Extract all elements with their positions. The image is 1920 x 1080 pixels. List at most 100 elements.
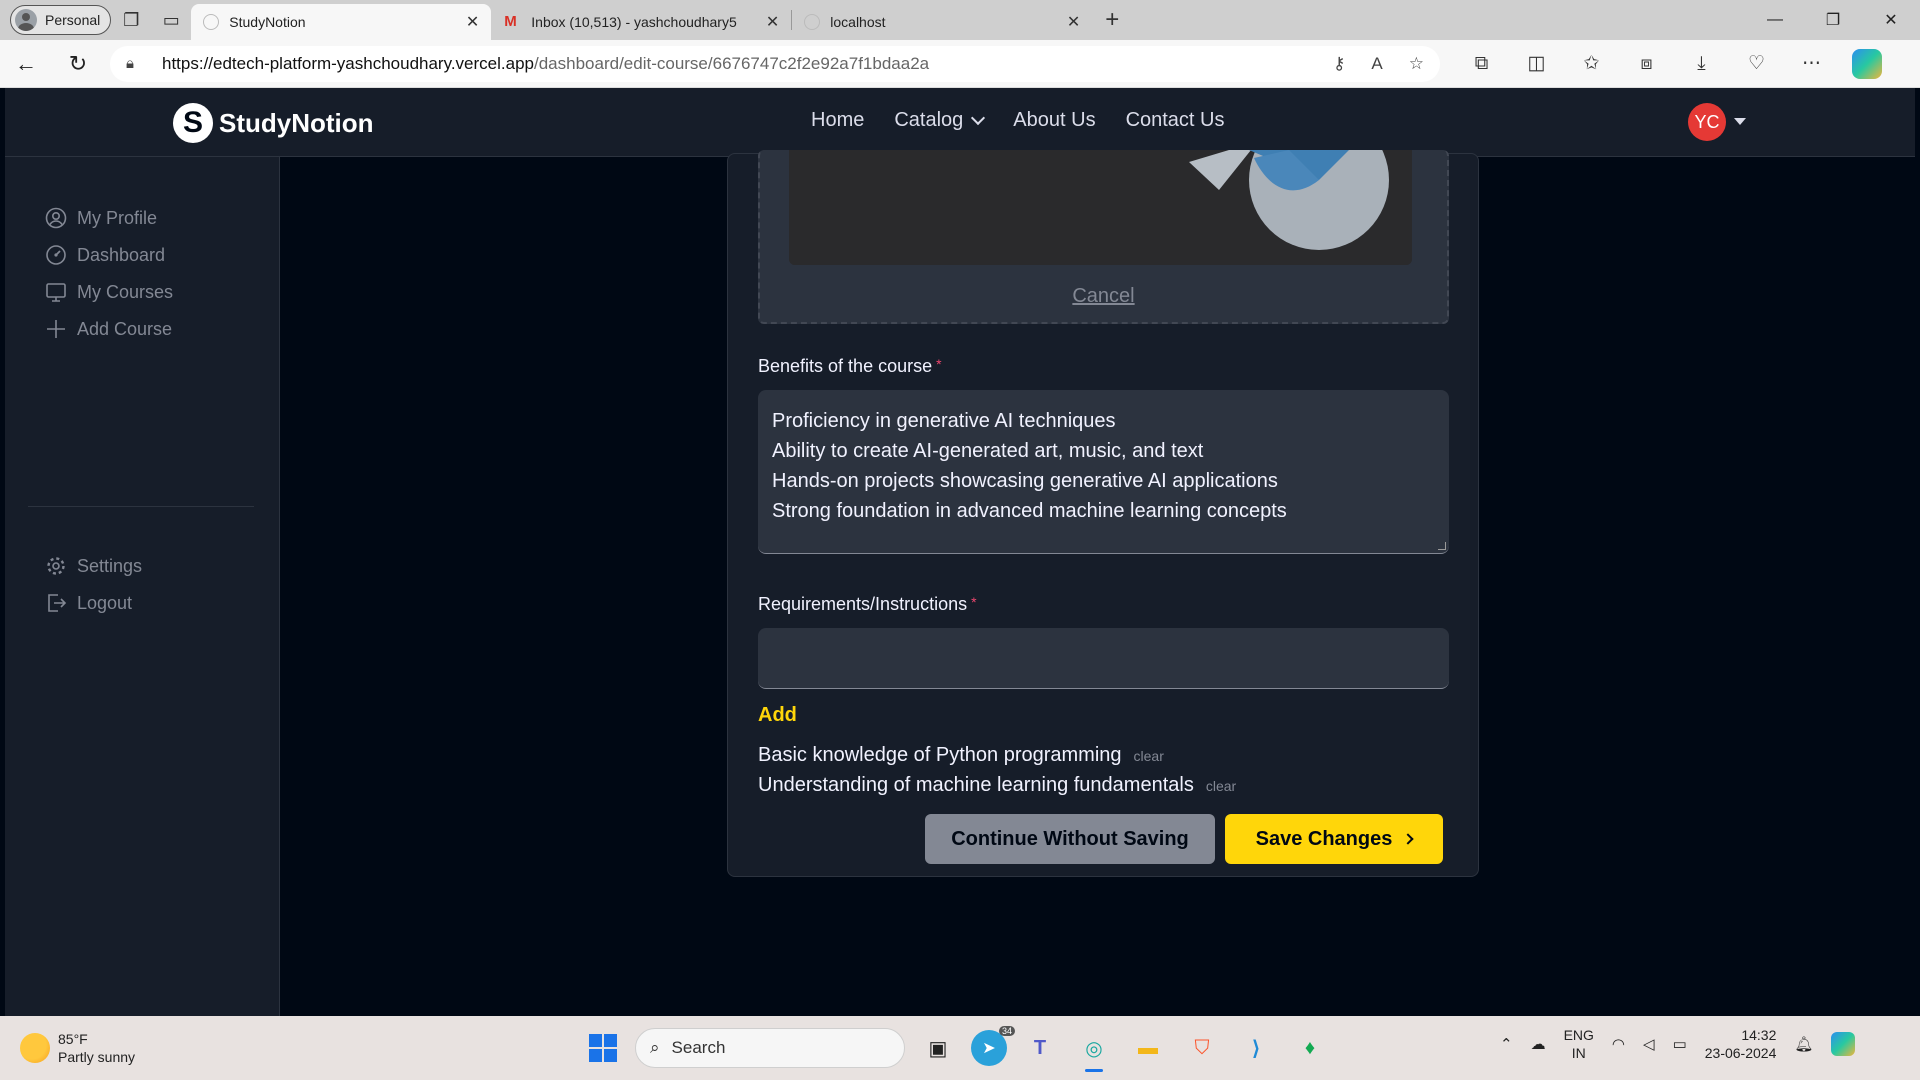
brave-browser-icon[interactable]: ⛉ [1181,1028,1223,1068]
copilot-button[interactable] [1839,40,1894,88]
benefits-textarea[interactable]: Proficiency in generative AI techniques … [758,390,1449,554]
page-favicon-icon [804,14,821,30]
task-view-icon[interactable]: ▣ [917,1028,959,1068]
app-root: S StudyNotion Home Catalog About Us Cont… [5,88,1915,1016]
show-hidden-icons-icon[interactable]: ⌃ [1500,1035,1513,1053]
thumbnail-upload-area[interactable]: Cancel [758,150,1449,324]
sidebar-item-label: Dashboard [77,244,166,265]
add-requirement-button[interactable]: Add [758,704,797,727]
chevron-right-icon [1402,833,1415,845]
battery-icon[interactable]: ▭ [1673,1035,1687,1053]
restore-icon[interactable]: ❐ [1804,0,1862,40]
sidebar-item-label: Logout [77,592,133,613]
teams-icon[interactable]: T [1019,1028,1061,1068]
tab-title: localhost [830,14,886,30]
weather-temp: 85°F [58,1031,88,1047]
gauge-icon [45,244,67,266]
telegram-icon[interactable]: ➤ 34 [971,1026,1015,1066]
new-tab-plus-icon[interactable]: + [1092,0,1132,40]
browser-profile-button[interactable]: Personal [10,5,112,35]
volume-icon[interactable]: ◁ [1643,1035,1655,1053]
benefits-label: Benefits of the course * [758,356,942,377]
url-input[interactable]: 🔒︎ https://edtech-platform-yashchoudhary… [110,45,1440,82]
browser-essentials-icon[interactable]: ♡ [1729,40,1784,88]
close-icon[interactable]: ✕ [766,12,779,32]
system-tray: ⌃ ☁ ENG IN ◠ ◁ ▭ 14:32 23-06-2024 🔔︎ [1500,1026,1856,1062]
studynotion-favicon-icon [203,14,220,30]
continue-without-saving-button[interactable]: Continue Without Saving [925,814,1215,864]
benefits-line: Ability to create AI-generated art, musi… [772,440,1204,462]
close-icon[interactable]: ✕ [466,12,479,32]
favorite-star-icon[interactable]: ☆ [1409,54,1424,74]
back-arrow-icon[interactable]: ← [0,40,52,88]
save-changes-label: Save Changes [1255,827,1393,850]
browser-toolbar: ⧉ ◫ ✩ ⧈ ⤓ ♡ ⋯ [1454,40,1894,88]
requirements-input[interactable] [758,628,1449,689]
address-bar-row: ← ↻ 🔒︎ https://edtech-platform-yashchoud… [0,40,1920,88]
telegram-badge: 34 [998,1026,1015,1036]
main-content: Cancel Benefits of the course * Proficien… [281,150,1915,1016]
lock-icon: 🔒︎ [126,55,134,72]
partly-sunny-icon [20,1033,50,1063]
logo[interactable]: S StudyNotion [173,103,374,143]
sidebar-item-label: Add Course [77,318,173,339]
requirements-label: Requirements/Instructions * [758,594,977,615]
thumbnail-cancel-link[interactable]: Cancel [760,285,1447,308]
nav-link-contact[interactable]: Contact Us [1126,109,1225,132]
wifi-icon[interactable]: ◠ [1612,1035,1625,1053]
sidebar-item-my-profile[interactable]: My Profile [45,207,157,229]
edge-browser-icon[interactable]: ◎ [1073,1028,1115,1072]
copilot-taskbar-icon[interactable] [1831,1032,1856,1056]
taskbar-search[interactable]: ⌕ Search [635,1028,905,1068]
resize-grip-icon[interactable] [1438,542,1446,550]
taskbar-apps: ⌕ Search ▣ ➤ 34 T ◎ ▬ ⛉ ⟩ ♦ [583,1026,1331,1072]
read-aloud-icon[interactable]: A [1371,54,1382,74]
nav-link-catalog[interactable]: Catalog [894,109,986,132]
extensions-icon[interactable]: ⧉ [1454,40,1509,88]
windows-start-icon[interactable] [583,1028,623,1068]
gmail-icon [503,13,521,30]
notifications-bell-icon[interactable]: 🔔︎ [1794,1035,1813,1053]
language-indicator[interactable]: ENG IN [1564,1026,1594,1062]
clock-time: 14:32 [1741,1027,1777,1043]
minimize-icon[interactable]: — [1746,0,1804,40]
close-window-icon[interactable]: ✕ [1862,0,1920,40]
clear-requirement-button[interactable]: clear [1134,748,1164,764]
collections-icon[interactable]: ⧈ [1619,40,1674,88]
edit-course-form: Cancel Benefits of the course * Proficien… [727,150,1479,877]
tab-actions-icon[interactable]: ▭ [151,0,191,40]
weather-widget[interactable]: 85°F Partly sunny [20,1030,135,1066]
caret-down-icon[interactable] [1734,118,1746,125]
close-icon[interactable]: ✕ [1067,12,1080,32]
mongodb-compass-icon[interactable]: ♦ [1289,1028,1331,1068]
downloads-icon[interactable]: ⤓ [1674,40,1729,88]
tab-studynotion[interactable]: StudyNotion ✕ [191,4,492,40]
sidebar-item-settings[interactable]: Settings [45,555,142,577]
onedrive-icon[interactable]: ☁ [1531,1035,1546,1053]
sidebar-item-dashboard[interactable]: Dashboard [45,244,165,266]
chevron-down-icon [971,110,986,125]
sidebar-item-add-course[interactable]: Add Course [45,318,172,340]
tab-gmail[interactable]: Inbox (10,513) - yashchoudhary5 ✕ [491,4,791,40]
refresh-icon[interactable]: ↻ [52,40,104,88]
vscode-icon[interactable]: ⟩ [1235,1028,1277,1068]
more-options-icon[interactable]: ⋯ [1784,40,1839,88]
split-screen-icon[interactable]: ◫ [1509,40,1564,88]
clear-requirement-button[interactable]: clear [1206,778,1236,794]
sidebar-item-my-courses[interactable]: My Courses [45,281,173,303]
favorites-icon[interactable]: ✩ [1564,40,1619,88]
user-avatar[interactable]: YC [1688,103,1726,141]
sidebar-item-logout[interactable]: Logout [45,592,132,614]
nav-link-home[interactable]: Home [811,109,864,132]
nav-link-about[interactable]: About Us [1013,109,1095,132]
clock[interactable]: 14:32 23-06-2024 [1705,1026,1777,1062]
tab-localhost[interactable]: localhost ✕ [792,4,1092,40]
save-changes-button[interactable]: Save Changes [1225,814,1443,864]
file-explorer-icon[interactable]: ▬ [1127,1028,1169,1068]
key-icon[interactable]: ⚷ [1333,54,1345,74]
sidebar-item-label: My Courses [77,281,174,302]
nav-link-catalog-label: Catalog [894,109,964,131]
workspaces-icon[interactable]: ❐ [111,0,151,40]
taskbar-search-placeholder: Search [671,1038,726,1057]
requirement-item: Basic knowledge of Python programming cl… [758,744,1164,767]
